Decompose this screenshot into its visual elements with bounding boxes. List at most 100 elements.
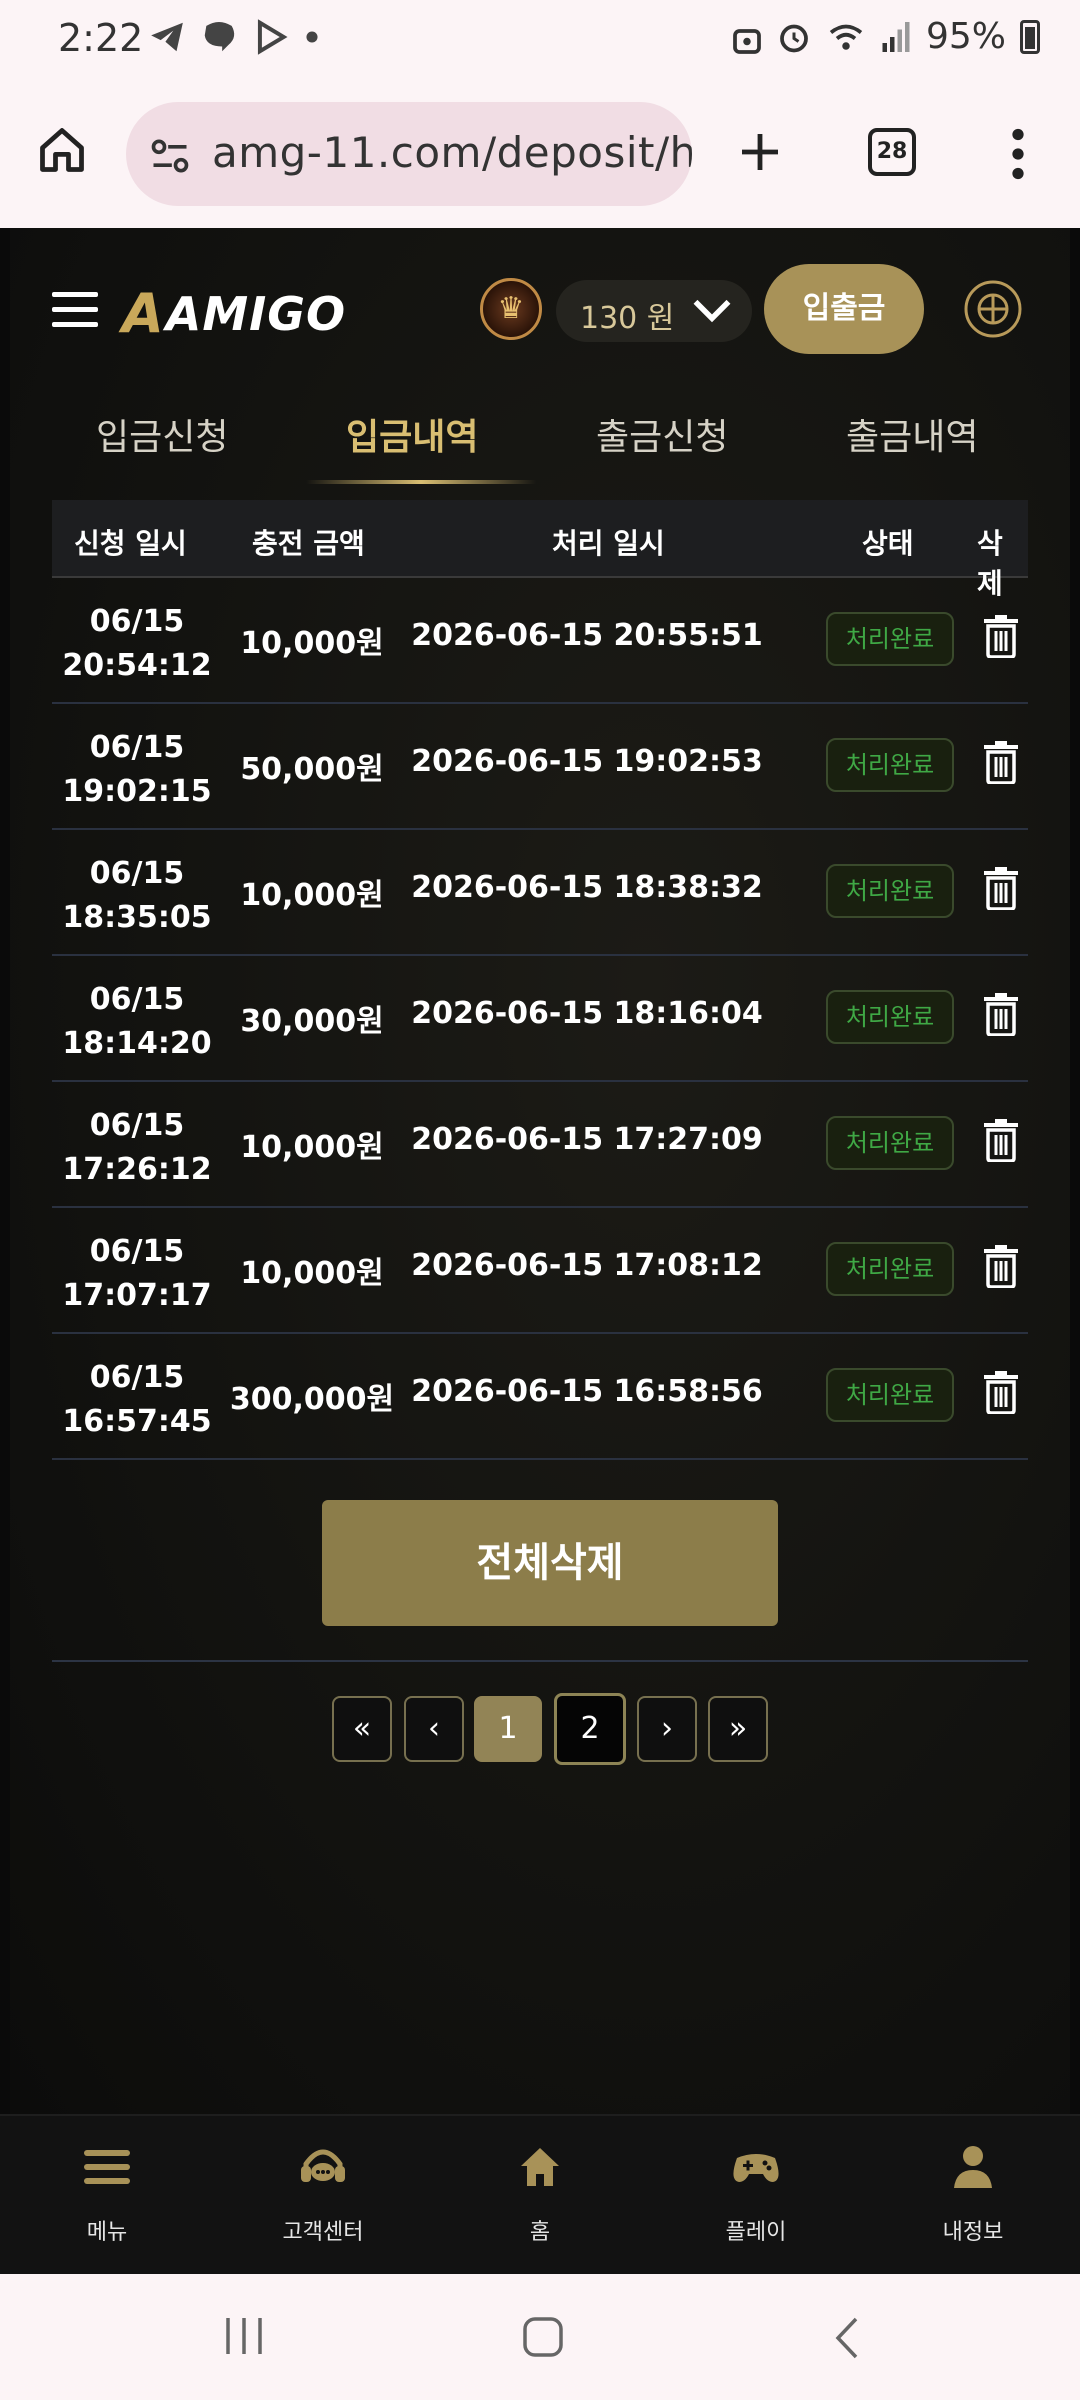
table-row: 06/15 18:14:20 30,000원 2026-06-15 18:16:04 처… bbox=[52, 956, 1028, 1082]
bottom-navigation: 메뉴 고객센터 홈 플레이 내정보 bbox=[0, 2114, 1080, 2274]
logo-text: AMIGO bbox=[165, 286, 347, 341]
back-icon[interactable] bbox=[832, 2316, 862, 2360]
table-row: 06/15 18:35:05 10,000원 2026-06-15 18:38:32 처… bbox=[52, 830, 1028, 956]
status-badge: 처리완료 bbox=[826, 738, 954, 792]
browser-home-icon[interactable] bbox=[36, 124, 88, 176]
deposit-amount: 10,000원 bbox=[240, 1256, 384, 1291]
deposit-amount: 30,000원 bbox=[240, 1004, 384, 1039]
header-status: 상태 bbox=[862, 527, 914, 560]
trash-icon[interactable] bbox=[982, 866, 1020, 910]
status-bar: 2:22 95% bbox=[0, 0, 1080, 78]
tab-deposit-request[interactable]: 입금신청 bbox=[96, 408, 228, 460]
status-badge: 처리완료 bbox=[826, 1242, 954, 1296]
trash-icon[interactable] bbox=[982, 1370, 1020, 1414]
nav-home[interactable]: 홈 bbox=[465, 2142, 615, 2246]
vpn-lock-icon bbox=[733, 28, 761, 54]
header-amount: 충전 금액 bbox=[252, 527, 365, 560]
table-row: 06/15 16:57:45 300,000원 2026-06-15 16:58:56… bbox=[52, 1334, 1028, 1460]
processed-datetime: 2026-06-15 17:27:09 bbox=[411, 1122, 763, 1157]
nav-profile-label: 내정보 bbox=[942, 2220, 1004, 2245]
request-time: 18:14:20 bbox=[62, 1026, 212, 1061]
url-text[interactable]: amg-11.com/deposit/h bbox=[212, 128, 692, 177]
language-globe-icon[interactable] bbox=[962, 278, 1024, 340]
address-bar[interactable]: amg-11.com/deposit/h bbox=[126, 102, 692, 206]
status-badge: 처리완료 bbox=[826, 864, 954, 918]
request-date: 06/15 bbox=[89, 604, 185, 639]
header-request-time: 신청 일시 bbox=[74, 527, 187, 560]
signal-icon bbox=[882, 21, 910, 52]
chevron-down-icon bbox=[693, 299, 731, 323]
new-tab-icon[interactable] bbox=[736, 128, 784, 176]
deposit-withdraw-button[interactable]: 입출금 bbox=[764, 264, 924, 354]
status-badge: 처리완료 bbox=[826, 1116, 954, 1170]
request-date: 06/15 bbox=[89, 1108, 185, 1143]
status-badge: 처리완료 bbox=[826, 612, 954, 666]
request-date: 06/15 bbox=[89, 730, 185, 765]
request-time: 16:57:45 bbox=[62, 1404, 212, 1439]
tab-withdraw-history[interactable]: 출금내역 bbox=[846, 408, 978, 460]
header-processed-time: 처리 일시 bbox=[552, 527, 665, 560]
request-time: 17:26:12 bbox=[62, 1152, 212, 1187]
first-page-button[interactable]: « bbox=[332, 1696, 392, 1762]
request-datetime: 06/15 17:26:12 bbox=[52, 1104, 222, 1192]
home-icon bbox=[521, 2148, 559, 2186]
last-page-button[interactable]: » bbox=[708, 1696, 768, 1762]
status-time: 2:22 bbox=[58, 16, 144, 60]
menu-icon bbox=[84, 2150, 130, 2184]
recent-apps-icon[interactable] bbox=[222, 2316, 266, 2356]
nav-profile[interactable]: 내정보 bbox=[898, 2142, 1048, 2246]
notification-icons bbox=[148, 18, 320, 56]
system-status: 95% bbox=[732, 16, 1040, 57]
processed-datetime: 2026-06-15 18:38:32 bbox=[411, 870, 763, 905]
more-options-icon[interactable] bbox=[1006, 128, 1030, 180]
browser-toolbar: amg-11.com/deposit/h 28 bbox=[0, 78, 1080, 228]
status-badge: 처리완료 bbox=[826, 1368, 954, 1422]
deposit-amount: 10,000원 bbox=[240, 878, 384, 913]
gamepad-icon bbox=[733, 2154, 779, 2182]
deposit-amount: 300,000원 bbox=[229, 1382, 395, 1417]
trash-icon[interactable] bbox=[982, 740, 1020, 784]
request-time: 18:35:05 bbox=[62, 900, 212, 935]
deposit-amount: 10,000원 bbox=[240, 1130, 384, 1165]
site-logo[interactable]: A AMIGO bbox=[122, 282, 346, 345]
prev-page-button[interactable]: ‹ bbox=[404, 1696, 464, 1762]
deposit-amount: 10,000원 bbox=[240, 626, 384, 661]
request-datetime: 06/15 16:57:45 bbox=[52, 1356, 222, 1444]
table-header: 신청 일시 충전 금액 처리 일시 상태 삭제 bbox=[52, 500, 1028, 600]
processed-datetime: 2026-06-15 17:08:12 bbox=[411, 1248, 763, 1283]
page-2-button[interactable]: 2 bbox=[554, 1693, 626, 1765]
home-button-icon[interactable] bbox=[522, 2316, 564, 2358]
request-time: 20:54:12 bbox=[62, 648, 212, 683]
table-row: 06/15 19:02:15 50,000원 2026-06-15 19:02:53 처… bbox=[52, 704, 1028, 830]
chat-bubble-icon bbox=[204, 21, 235, 52]
processed-datetime: 2026-06-15 19:02:53 bbox=[411, 744, 763, 779]
nav-support[interactable]: 고객센터 bbox=[248, 2142, 398, 2246]
telegram-icon bbox=[151, 22, 183, 52]
nav-play[interactable]: 플레이 bbox=[681, 2142, 831, 2246]
processed-datetime: 2026-06-15 16:58:56 bbox=[411, 1374, 763, 1409]
trash-icon[interactable] bbox=[982, 614, 1020, 658]
website-content: A AMIGO ♛ 130 원 입출금 입금신청 입금내역 출금신청 출금내역 … bbox=[0, 228, 1080, 2114]
alarm-icon bbox=[780, 24, 808, 52]
tab-deposit-history[interactable]: 입금내역 bbox=[346, 408, 478, 460]
page-1-button[interactable]: 1 bbox=[474, 1696, 542, 1762]
request-datetime: 06/15 19:02:15 bbox=[52, 726, 222, 814]
trash-icon[interactable] bbox=[982, 992, 1020, 1036]
nav-menu[interactable]: 메뉴 bbox=[32, 2142, 182, 2246]
tab-withdraw-request[interactable]: 출금신청 bbox=[596, 408, 728, 460]
processed-datetime: 2026-06-15 18:16:04 bbox=[411, 996, 763, 1031]
delete-all-button[interactable]: 전체삭제 bbox=[322, 1500, 778, 1626]
vip-crown-icon[interactable]: ♛ bbox=[480, 278, 542, 340]
hamburger-menu-icon[interactable] bbox=[52, 292, 98, 328]
site-settings-icon[interactable] bbox=[148, 134, 192, 178]
trash-icon[interactable] bbox=[982, 1244, 1020, 1288]
dot-icon bbox=[306, 31, 318, 43]
nav-support-label: 고객센터 bbox=[282, 2220, 364, 2245]
trash-icon[interactable] bbox=[982, 1118, 1020, 1162]
request-datetime: 06/15 18:35:05 bbox=[52, 852, 222, 940]
tab-switcher-button[interactable]: 28 bbox=[868, 128, 916, 176]
request-date: 06/15 bbox=[89, 1360, 185, 1395]
active-tab-indicator bbox=[306, 480, 536, 484]
next-page-button[interactable]: › bbox=[637, 1696, 697, 1762]
balance-dropdown[interactable]: 130 원 bbox=[556, 280, 752, 342]
